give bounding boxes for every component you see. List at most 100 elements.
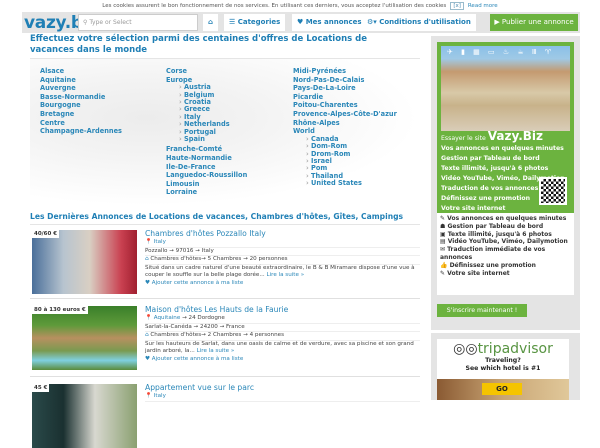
mes-annonces-button[interactable]: ♥ Mes annonces (292, 14, 367, 31)
region-link[interactable]: Pays-De-La-Loire (293, 84, 397, 93)
location-pin-icon: 📍 (145, 239, 152, 245)
heart-icon: ♥ (145, 355, 152, 362)
search-input[interactable]: ⚲ Type or Select (78, 14, 198, 31)
listing-item: 40/60 € Chambres d'hôtes Pozzallo Italy … (30, 228, 420, 299)
features-list: ✎ Vos annonces en quelques minutes ☗ Gest… (437, 213, 574, 295)
listing-photo[interactable] (32, 384, 137, 448)
qr-code-icon (539, 177, 567, 205)
listing-region[interactable]: Aquitaine (154, 315, 181, 321)
region-link[interactable]: Auvergne (40, 84, 122, 93)
listing-type: Chambres d'hôtes→ 5 Chambres → 20 person… (150, 256, 288, 262)
top-nav: vazy.biz ⚲ Type or Select ⌂ ☰ Categories… (22, 12, 580, 33)
country-link[interactable]: Spain (179, 135, 247, 143)
region-link[interactable]: Aquitaine (40, 76, 122, 85)
listing-item: 45 € Appartement vue sur le parc 📍 Italy (30, 382, 420, 448)
region-link[interactable]: Limousin (166, 180, 247, 189)
region-link[interactable]: Bourgogne (40, 101, 122, 110)
feature-label: Gestion par Tableau de bord (447, 222, 544, 230)
listing-title[interactable]: Chambres d'hôtes Pozzallo Italy (145, 229, 266, 238)
listing-item: 80 à 130 euros € Maison d'hôtes Les Haut… (30, 304, 420, 377)
go-button[interactable]: GO (482, 383, 522, 395)
read-more-link[interactable]: Read more (468, 3, 498, 9)
vazy-ad-banner[interactable]: ✈ ▮ ▦ ▭ ♨ ☕ Ⅲ ♈ Essayer le site Vazy.Biz… (437, 42, 574, 213)
region-link[interactable]: Corse (166, 67, 247, 76)
region-column-1: Alsace Aquitaine Auvergne Basse-Normandie Bo… (40, 67, 122, 136)
region-link[interactable]: Basse-Normandie (40, 93, 122, 102)
feature-label: Définissez une promotion (449, 261, 536, 269)
region-link[interactable]: Nord-Pas-De-Calais (293, 76, 397, 85)
tripadvisor-ad[interactable]: ◎◎tripadvisor Traveling? See which hotel … (431, 333, 580, 400)
feature-item: ✎ Vos annonces en quelques minutes (440, 215, 571, 223)
listing-type: Chambres d'hôtes→ 2 Chambres → 4 personn… (150, 332, 285, 338)
read-more-link[interactable]: Lire la suite » (197, 348, 235, 354)
region-link[interactable]: Lorraine (166, 188, 247, 197)
region-link[interactable]: Centre (40, 119, 122, 128)
feature-item: ✉ Traduction immédiate de vos annonces (440, 246, 571, 262)
feature-label: Vos annonces en quelques minutes (447, 215, 567, 222)
location-pin-icon: 📍 (145, 315, 152, 321)
listing-title[interactable]: Appartement vue sur le parc (145, 383, 254, 392)
listing-region[interactable]: Italy (154, 393, 166, 399)
search-placeholder: Type or Select (89, 19, 132, 26)
listing-region[interactable]: Italy (154, 239, 166, 245)
listing-photo[interactable] (32, 306, 137, 370)
region-link[interactable]: Poitou-Charentes (293, 101, 397, 110)
regions-title: Effectuez votre sélection parmi des cent… (30, 34, 367, 55)
add-to-list-link[interactable]: Ajouter cette annonce à ma liste (152, 280, 243, 286)
region-link[interactable]: Bretagne (40, 110, 122, 119)
region-link[interactable]: Picardie (293, 93, 397, 102)
region-link[interactable]: Provence-Alpes-Côte-D'azur (293, 110, 397, 119)
categories-button[interactable]: ☰ Categories (224, 14, 286, 31)
region-link[interactable]: Midi-Pyrénées (293, 67, 397, 76)
region-column-3: Midi-Pyrénées Nord-Pas-De-Calais Pays-De-L… (293, 67, 397, 188)
listing-address: Sarlat-la-Canéda ➞ 24200 ➞ France (145, 324, 420, 332)
feature-label: Vidéo YouTube, Viméo, Dailymotion (447, 238, 568, 246)
region-link[interactable]: Ile-De-France (166, 163, 247, 172)
listing-title[interactable]: Maison d'hôtes Les Hauts de la Faurie (145, 305, 288, 314)
ad-try: Essayer le site (441, 135, 488, 142)
region-link[interactable]: Languedoc-Roussillon (166, 171, 247, 180)
region-link[interactable]: Alsace (40, 67, 122, 76)
tripadvisor-logo: ◎◎tripadvisor (453, 341, 553, 357)
feature-label: Votre site internet (447, 269, 510, 277)
region-link[interactable]: Champagne-Ardennes (40, 127, 122, 136)
add-to-list-link[interactable]: Ajouter cette annonce à ma liste (152, 356, 243, 362)
home-button[interactable]: ⌂ (203, 14, 219, 31)
region-column-2: CorseEuropeAustriaBelgiumCroatiaGreeceIt… (166, 67, 247, 197)
ad-feature-line: Gestion par Tableau de bord (441, 155, 540, 162)
listing-price: 40/60 € (32, 230, 60, 238)
listing-photo[interactable] (32, 230, 137, 294)
listing-price: 45 € (32, 384, 50, 392)
listing-address: Pozzallo ➞ 97016 ➞ Italy (145, 248, 420, 256)
ad-feature-line: Texte illimité, jusqu'à 6 photos (441, 165, 549, 172)
heart-icon: ♥ (145, 279, 152, 286)
region-link[interactable]: Franche-Comté (166, 145, 247, 154)
location-pin-icon: 📍 (145, 393, 152, 399)
read-more-link[interactable]: Lire la suite » (266, 272, 304, 278)
conditions-button[interactable]: ⚙▾ Conditions d'utilisation (362, 14, 476, 31)
listing-department: → 24 Dordogne (180, 315, 225, 321)
country-link[interactable]: United States (306, 179, 397, 187)
feature-item: ✎ Votre site internet (440, 270, 571, 278)
trip-line2: See which hotel is #1 (465, 365, 541, 372)
listing-description: Sur les hauteurs de Sarlat, dans une oas… (145, 340, 414, 355)
publish-button[interactable]: ▶ Publier une annonce (490, 14, 578, 31)
sidebar-promo: ✈ ▮ ▦ ▭ ♨ ☕ Ⅲ ♈ Essayer le site Vazy.Biz… (431, 36, 580, 330)
cookie-close-button[interactable]: [x] (450, 2, 464, 10)
feature-icon: ▣ (440, 230, 448, 238)
region-link[interactable]: Haute-Normandie (166, 154, 247, 163)
feature-icon: ▤ (440, 238, 448, 246)
feature-label: Texte illimité, jusqu'à 6 photos (447, 230, 552, 238)
trip-line1: Traveling? (485, 357, 521, 364)
listings-title: Les Dernières Annonces de Locations de v… (30, 212, 420, 225)
cookie-banner: Les cookies assurent le bon fonctionneme… (0, 0, 600, 12)
amenity-icons: ✈ ▮ ▦ ▭ ♨ ☕ Ⅲ ♈ (447, 48, 555, 56)
listing-price: 80 à 130 euros € (32, 306, 88, 314)
feature-item: ▣ Texte illimité, jusqu'à 6 photos (440, 231, 571, 239)
feature-item: ▤ Vidéo YouTube, Viméo, Dailymotion (440, 238, 571, 246)
feature-item: 👍 Définissez une promotion (440, 262, 571, 270)
feature-label: Traduction immédiate de vos annonces (440, 246, 546, 261)
region-link[interactable]: Rhône-Alpes (293, 119, 397, 128)
signup-button[interactable]: S'inscrire maintenant ! (437, 304, 527, 317)
ad-brand: Vazy.Biz (487, 129, 544, 143)
